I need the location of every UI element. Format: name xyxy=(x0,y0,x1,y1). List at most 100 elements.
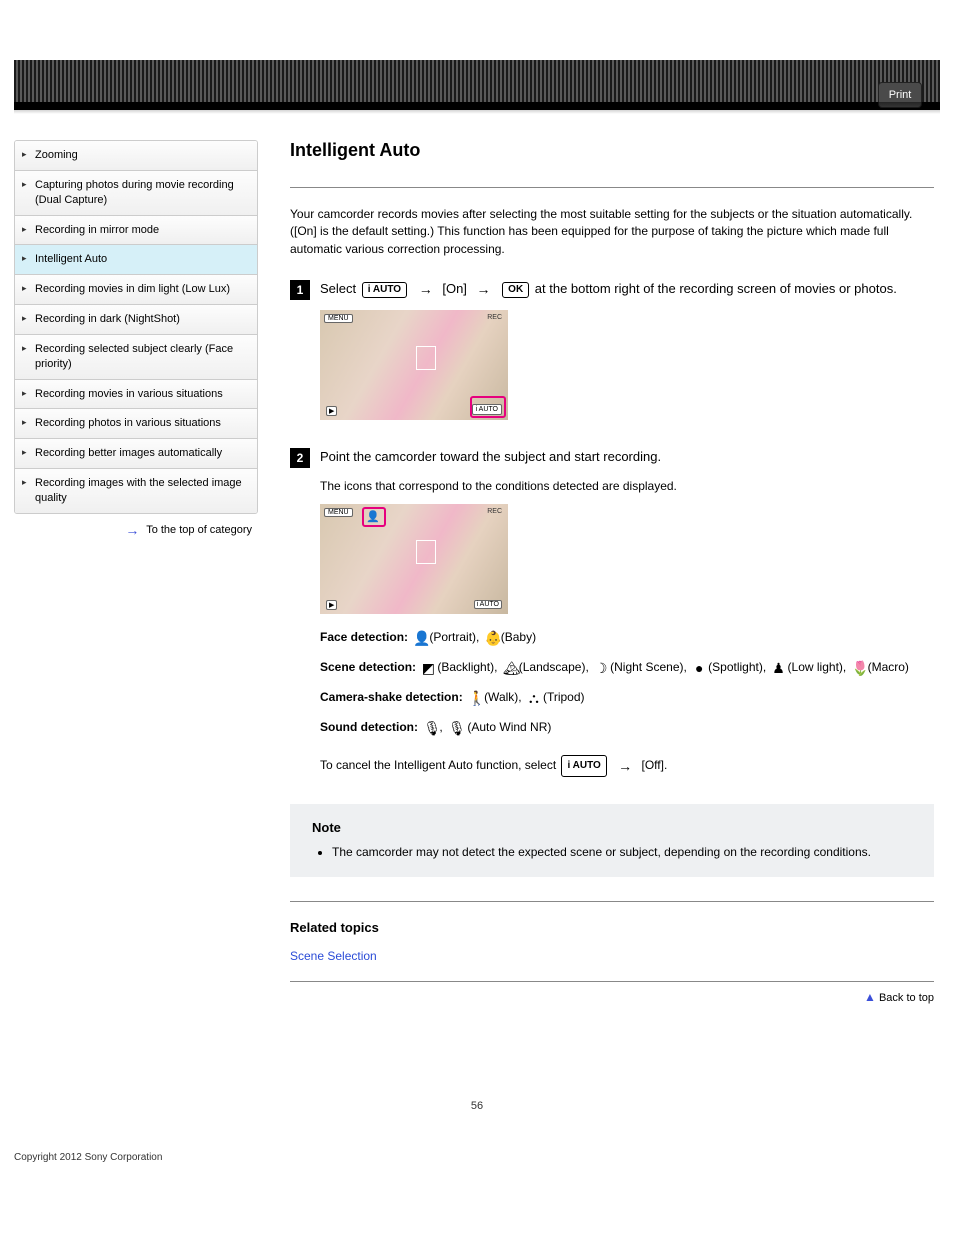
macro-icon: 🌷 xyxy=(852,654,866,682)
portrait-val: (Portrait), xyxy=(429,630,482,644)
iauto-icon: i AUTO xyxy=(561,755,606,777)
separator xyxy=(290,901,934,902)
baby-val: (Baby) xyxy=(501,630,536,644)
scene-val: (Spotlight) xyxy=(708,660,763,674)
sidebar-item-label: Recording images with the selected image… xyxy=(35,477,242,504)
sound-val: (Auto Wind NR) xyxy=(467,720,551,734)
sidebar-item-label: Recording better images automatically xyxy=(35,447,222,459)
sidebar-item-low-lux[interactable]: Recording movies in dim light (Low Lux) xyxy=(15,275,257,305)
walk-icon: 🚶 xyxy=(468,684,482,712)
screenshot-2: MENU REC ▶ i AUTO 👤 xyxy=(320,504,508,614)
sidebar-item-label: Zooming xyxy=(35,149,78,161)
face-detection-label: Face detection: xyxy=(320,630,408,644)
arrow-right-icon: → xyxy=(612,752,638,780)
wind-nr-icon-2: 🎙 xyxy=(448,714,462,742)
sidebar-item-label: Intelligent Auto xyxy=(35,253,107,265)
step-2-text: Point the camcorder toward the subject a… xyxy=(320,448,661,466)
backlight-icon: ◩ xyxy=(421,654,435,682)
step-number-2: 2 xyxy=(290,448,310,468)
rec-tag: REC xyxy=(487,508,502,515)
print-button[interactable]: Print xyxy=(878,82,922,108)
tripod-icon: ⛬ xyxy=(527,684,541,712)
sidebar-item-photos-situations[interactable]: Recording photos in various situations xyxy=(15,409,257,439)
sidebar-item-label: Recording in dark (NightShot) xyxy=(35,313,180,325)
face-frame xyxy=(416,346,436,370)
note-box: Note The camcorder may not detect the ex… xyxy=(290,804,934,877)
step1-mid: [On] xyxy=(442,281,467,296)
scene-val: (Backlight) xyxy=(437,660,494,674)
rec-tag: REC xyxy=(487,314,502,321)
related-title: Related topics xyxy=(290,920,934,935)
cancel-suffix: [Off]. xyxy=(642,758,668,772)
sidebar-item-better-images[interactable]: Recording better images automatically xyxy=(15,439,257,469)
night-scene-icon: ☽ xyxy=(594,654,608,682)
sidebar-item-intelligent-auto[interactable]: Intelligent Auto xyxy=(15,245,257,275)
baby-icon: 👶 xyxy=(485,624,499,652)
scene-val: (Low light) xyxy=(788,660,843,674)
sound-detection-label: Sound detection: xyxy=(320,720,418,734)
page-title: Intelligent Auto xyxy=(290,140,934,161)
step-1-text: Select i AUTO → [On] → OK at the bottom … xyxy=(320,280,897,300)
ok-icon: OK xyxy=(502,282,529,298)
sidebar-item-nightshot[interactable]: Recording in dark (NightShot) xyxy=(15,305,257,335)
shake-detection-label: Camera-shake detection: xyxy=(320,690,463,704)
arrow-right-icon: → xyxy=(471,280,497,300)
step1-suffix: at the bottom right of the recording scr… xyxy=(535,281,897,296)
scene-detection-label: Scene detection: xyxy=(320,660,416,674)
to-top-category[interactable]: → To the top of category xyxy=(14,514,258,538)
header-band: Print xyxy=(14,60,940,110)
sidebar-item-label: Recording in mirror mode xyxy=(35,224,159,236)
related-topics: Related topics Scene Selection xyxy=(290,901,934,963)
sidebar-item-label: Recording selected subject clearly (Face… xyxy=(35,343,233,370)
note-title: Note xyxy=(312,820,912,835)
shake-val: (Tripod) xyxy=(543,690,585,704)
main-content: Intelligent Auto Your camcorder records … xyxy=(290,140,940,1032)
intro-text: Your camcorder records movies after sele… xyxy=(290,206,934,258)
back-to-top[interactable]: ▲ Back to top xyxy=(290,981,934,1004)
shake-val: (Walk) xyxy=(484,690,518,704)
sidebar-item-label: Recording photos in various situations xyxy=(35,417,221,429)
face-frame xyxy=(416,540,436,564)
play-tag: ▶ xyxy=(326,600,337,610)
step1-prefix: Select xyxy=(320,281,360,296)
sidebar-item-label: Capturing photos during movie recording … xyxy=(35,179,234,206)
detected-icon-overlay: 👤 xyxy=(366,510,380,523)
triangle-up-icon: ▲ xyxy=(864,990,876,1004)
related-link-scene-selection[interactable]: Scene Selection xyxy=(290,949,377,963)
sidebar-item-image-quality[interactable]: Recording images with the selected image… xyxy=(15,469,257,513)
sidebar-item-movies-situations[interactable]: Recording movies in various situations xyxy=(15,380,257,410)
sidebar-item-mirror[interactable]: Recording in mirror mode xyxy=(15,216,257,246)
menu-tag: MENU xyxy=(324,314,353,323)
sidebar-item-dual-capture[interactable]: Capturing photos during movie recording … xyxy=(15,171,257,216)
sidebar-item-label: Recording movies in dim light (Low Lux) xyxy=(35,283,230,295)
sidebar-item-zooming[interactable]: Zooming xyxy=(15,141,257,171)
step2-caption: The icons that correspond to the conditi… xyxy=(320,478,934,495)
sidebar-list: Zooming Capturing photos during movie re… xyxy=(14,140,258,514)
arrow-right-icon: → xyxy=(125,522,139,538)
scene-val: (Night Scene) xyxy=(610,660,683,674)
iauto-button-overlay: i AUTO xyxy=(474,600,502,609)
separator xyxy=(290,187,934,188)
footer: 56 Copyright 2012 Sony Corporation xyxy=(14,1100,940,1163)
copyright: Copyright 2012 Sony Corporation xyxy=(14,1152,940,1163)
play-tag: ▶ xyxy=(326,406,337,416)
arrow-right-icon: → xyxy=(413,280,439,300)
menu-tag: MENU xyxy=(324,508,353,517)
lowlight-icon: ♟ xyxy=(772,654,786,682)
scene-val: (Macro) xyxy=(868,660,909,674)
iauto-icon: i AUTO xyxy=(362,282,407,298)
detections-block: Face detection: 👤(Portrait), 👶(Baby) Sce… xyxy=(320,624,934,780)
step-number-1: 1 xyxy=(290,280,310,300)
highlight-box xyxy=(470,396,506,418)
landscape-icon: 🏔 xyxy=(503,654,517,682)
page-number: 56 xyxy=(14,1100,940,1112)
note-item: The camcorder may not detect the expecte… xyxy=(332,843,912,861)
screenshot-1: MENU REC ▶ i AUTO xyxy=(320,310,508,420)
wind-nr-icon: 🎙 xyxy=(423,714,437,742)
sidebar-item-face-priority[interactable]: Recording selected subject clearly (Face… xyxy=(15,335,257,380)
portrait-icon: 👤 xyxy=(413,624,427,652)
cancel-prefix: To cancel the Intelligent Auto function,… xyxy=(320,758,559,772)
spotlight-icon: ● xyxy=(692,654,706,682)
scene-val: (Landscape) xyxy=(519,660,586,674)
sidebar-item-label: Recording movies in various situations xyxy=(35,388,223,400)
